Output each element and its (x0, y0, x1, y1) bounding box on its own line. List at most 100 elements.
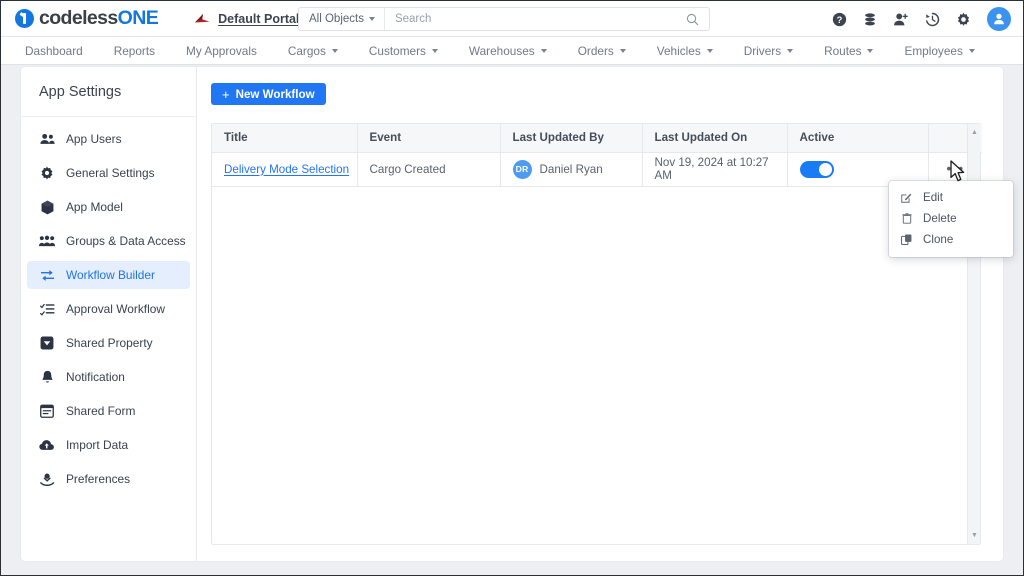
chevron-down-icon (787, 48, 794, 53)
toggle-knob (818, 162, 832, 176)
context-menu-item-edit[interactable]: Edit (889, 187, 1013, 208)
nav-item-warehouses[interactable]: Warehouses (469, 44, 547, 58)
svg-text:?: ? (837, 14, 843, 24)
gear-icon[interactable] (956, 12, 971, 27)
nav-item-routes[interactable]: Routes (824, 44, 874, 58)
copy-icon (900, 234, 913, 245)
context-menu-item-delete[interactable]: Delete (889, 208, 1013, 229)
new-workflow-button[interactable]: + New Workflow (211, 83, 326, 105)
more-actions-icon[interactable]: ••• (946, 161, 964, 175)
sidebar-item-label: App Model (66, 200, 123, 214)
search-scope-dropdown[interactable]: All Objects (299, 8, 385, 30)
sidebar-item-notification[interactable]: Notification (27, 363, 190, 391)
chevron-down-icon (706, 48, 713, 53)
scroll-down-arrow-icon[interactable]: ▼ (968, 529, 981, 542)
nav-item-my-approvals[interactable]: My Approvals (186, 44, 257, 58)
main-nav: Dashboard Reports My Approvals Cargos Cu… (1, 37, 1023, 65)
sidebar-item-import-data[interactable]: Import Data (27, 431, 190, 459)
app-logo[interactable]: codelessONE (15, 7, 159, 30)
sidebar-item-label: Workflow Builder (66, 268, 155, 282)
nav-label: Vehicles (656, 43, 701, 58)
sidebar-item-label: General Settings (66, 166, 155, 180)
context-menu-label: Delete (923, 212, 957, 225)
history-icon[interactable] (925, 12, 940, 27)
cloud-upload-icon (39, 439, 55, 451)
header-action-icons: ? (832, 1, 1011, 37)
help-icon[interactable]: ? (832, 12, 847, 27)
edit-pencil-icon (900, 192, 913, 203)
chevron-down-icon (368, 17, 375, 21)
cell-last-updated-on: Nov 19, 2024 at 10:27 AM (642, 152, 788, 187)
table-body: Delivery Mode Selection Cargo Created DR… (212, 152, 982, 187)
portal-arrow-icon (195, 13, 210, 22)
chevron-down-icon (540, 48, 547, 53)
nav-label: Dashboard (25, 43, 83, 58)
sidebar-item-shared-form[interactable]: Shared Form (27, 397, 190, 425)
sidebar-item-groups-data-access[interactable]: Groups & Data Access (27, 227, 190, 255)
search-bar: All Objects (298, 7, 710, 31)
nav-item-orders[interactable]: Orders (578, 44, 626, 58)
new-workflow-label: New Workflow (235, 87, 315, 101)
context-menu-label: Clone (923, 233, 954, 246)
sidebar-item-label: Notification (66, 370, 125, 384)
logo-text: codelessONE (39, 7, 159, 30)
sidebar-item-app-users[interactable]: App Users (27, 125, 190, 153)
gear-icon (39, 166, 55, 180)
workflow-title-link[interactable]: Delivery Mode Selection (224, 163, 349, 176)
sidebar-item-approval-workflow[interactable]: Approval Workflow (27, 295, 190, 323)
active-toggle[interactable] (799, 160, 834, 178)
logo-text-accent: ONE (117, 7, 159, 29)
col-last-updated-by[interactable]: Last Updated By (500, 124, 643, 153)
portal-label: Default Portal (218, 11, 300, 26)
scroll-up-arrow-icon[interactable]: ▲ (968, 126, 981, 139)
codeless-one-logo-icon (15, 9, 34, 28)
search-input[interactable] (384, 13, 686, 25)
checklist-icon (39, 303, 55, 316)
database-icon[interactable] (863, 12, 877, 27)
app-window: codelessONE Default Portal All Objects S… (0, 0, 1024, 576)
col-last-updated-on[interactable]: Last Updated On (642, 124, 788, 153)
nav-item-employees[interactable]: Employees (904, 44, 975, 58)
nav-item-reports[interactable]: Reports (114, 44, 155, 58)
nav-label: Reports (113, 43, 156, 58)
col-active[interactable]: Active (787, 124, 929, 153)
add-user-icon[interactable] (893, 12, 909, 27)
sidebar-item-app-model[interactable]: App Model (27, 193, 190, 221)
page-card: App Settings App Users General Settings (21, 67, 1003, 561)
workflow-arrows-icon (39, 269, 55, 282)
chevron-down-icon (968, 48, 975, 53)
sidebar-item-shared-property[interactable]: Shared Property (27, 329, 190, 357)
shared-property-icon (39, 336, 55, 350)
sidebar-title: App Settings (21, 67, 196, 117)
workflows-table-container: Title Event Last Updated By Last Updated… (211, 123, 982, 545)
nav-item-drivers[interactable]: Drivers (744, 44, 794, 58)
nav-item-dashboard[interactable]: Dashboard (25, 44, 83, 58)
nav-label: Warehouses (468, 43, 535, 58)
col-event[interactable]: Event (357, 124, 501, 153)
portal-selector[interactable]: Default Portal (194, 12, 299, 26)
table-row: Delivery Mode Selection Cargo Created DR… (212, 152, 982, 187)
workflows-table: Title Event Last Updated By Last Updated… (212, 124, 982, 187)
bell-icon (39, 370, 55, 385)
nav-item-cargos[interactable]: Cargos (288, 44, 338, 58)
nav-label: Orders (577, 43, 614, 58)
sidebar-item-general-settings[interactable]: General Settings (27, 159, 190, 187)
user-avatar[interactable] (987, 7, 1011, 31)
person-icon (994, 13, 1004, 25)
sidebar-item-workflow-builder[interactable]: Workflow Builder (27, 261, 190, 289)
sidebar-item-preferences[interactable]: Preferences (27, 465, 190, 493)
sidebar-item-label: Import Data (66, 438, 129, 452)
search-icon[interactable] (686, 13, 699, 26)
chevron-down-icon (431, 48, 438, 53)
context-menu-item-clone[interactable]: Clone (889, 229, 1013, 250)
preferences-hand-icon (39, 473, 55, 486)
nav-item-vehicles[interactable]: Vehicles (657, 44, 713, 58)
nav-item-customers[interactable]: Customers (369, 44, 438, 58)
sidebar-item-label: Shared Property (66, 336, 153, 350)
col-title[interactable]: Title (212, 124, 358, 153)
table-header-row: Title Event Last Updated By Last Updated… (212, 124, 982, 153)
trash-icon (900, 213, 913, 224)
workflow-builder-panel: + New Workflow Title Event Last Updated … (197, 67, 1003, 561)
logo-text-primary: codeless (39, 7, 118, 29)
cell-event: Cargo Created (357, 152, 501, 187)
